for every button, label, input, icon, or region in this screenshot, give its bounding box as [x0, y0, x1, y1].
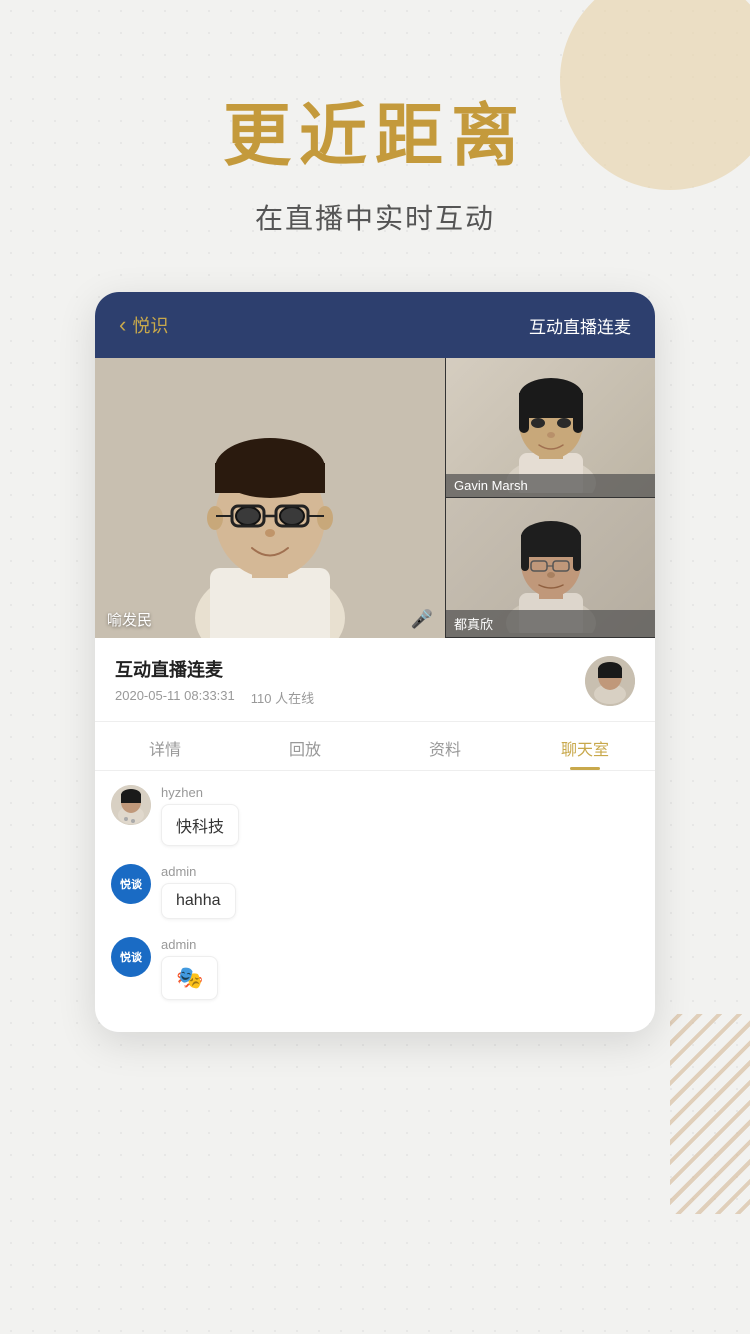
info-date: 2020-05-11 08:33:31 [115, 688, 235, 707]
tab-replay[interactable]: 回放 [235, 722, 375, 770]
tab-materials[interactable]: 资料 [375, 722, 515, 770]
main-person-avatar [180, 408, 360, 638]
video-side-item-2: 都真欣 [445, 498, 655, 638]
video-grid: 喻发民 🎤 [95, 358, 655, 638]
card-header: ‹ 悦识 互动直播连麦 [95, 292, 655, 358]
back-label: 悦识 [132, 312, 168, 338]
live-label: 互动直播连麦 [529, 313, 631, 338]
video-main: 喻发民 🎤 [95, 358, 445, 638]
chat-body-1: hyzhen 快科技 [161, 785, 239, 846]
chat-message-2: 悦谈 admin hahha [111, 864, 639, 919]
chat-bubble-3: 🎭 [161, 956, 218, 1000]
tab-chat[interactable]: 聊天室 [515, 722, 655, 770]
phone-card: ‹ 悦识 互动直播连麦 [95, 292, 655, 1032]
info-meta: 2020-05-11 08:33:31 110 人在线 [115, 688, 573, 707]
logo-text-1: 悦谈 [120, 876, 142, 892]
chat-username-3: admin [161, 937, 218, 952]
tab-details[interactable]: 详情 [95, 722, 235, 770]
mic-icon: 🎤 [411, 609, 433, 630]
info-section: 互动直播连麦 2020-05-11 08:33:31 110 人在线 [95, 638, 655, 722]
chat-avatar-admin-2: 悦谈 [111, 937, 151, 977]
chat-bubble-1: 快科技 [161, 804, 239, 846]
video-side: Gavin Marsh [445, 358, 655, 638]
chat-avatar-admin-1: 悦谈 [111, 864, 151, 904]
chat-section: hyzhen 快科技 悦谈 admin hahha 悦谈 [95, 771, 655, 1032]
tabs: 详情 回放 资料 聊天室 [95, 722, 655, 771]
info-text: 互动直播连麦 2020-05-11 08:33:31 110 人在线 [115, 656, 573, 707]
host-avatar [585, 656, 635, 706]
chat-bubble-2: hahha [161, 883, 236, 919]
main-video-label: 喻发民 [107, 609, 152, 630]
side-label-1: Gavin Marsh [446, 474, 655, 497]
back-chevron-icon: ‹ [119, 312, 126, 338]
chat-username-1: hyzhen [161, 785, 239, 800]
side-label-2: 都真欣 [446, 610, 655, 637]
chat-avatar-hyzhen [111, 785, 151, 825]
chat-message-1: hyzhen 快科技 [111, 785, 639, 846]
deco-bottom-right [670, 1014, 750, 1214]
main-content: 更近距离 在直播中实时互动 ‹ 悦识 互动直播连麦 [0, 0, 750, 1032]
subtitle: 在直播中实时互动 [255, 197, 495, 237]
video-side-item-1: Gavin Marsh [445, 358, 655, 498]
chat-body-3: admin 🎭 [161, 937, 218, 1000]
info-title: 互动直播连麦 [115, 656, 573, 682]
back-button[interactable]: ‹ 悦识 [119, 312, 168, 338]
headline: 更近距离 [223, 80, 527, 179]
info-online: 110 人在线 [251, 688, 314, 707]
chat-username-2: admin [161, 864, 236, 879]
chat-message-3: 悦谈 admin 🎭 [111, 937, 639, 1000]
chat-body-2: admin hahha [161, 864, 236, 919]
logo-text-2: 悦谈 [120, 949, 142, 965]
